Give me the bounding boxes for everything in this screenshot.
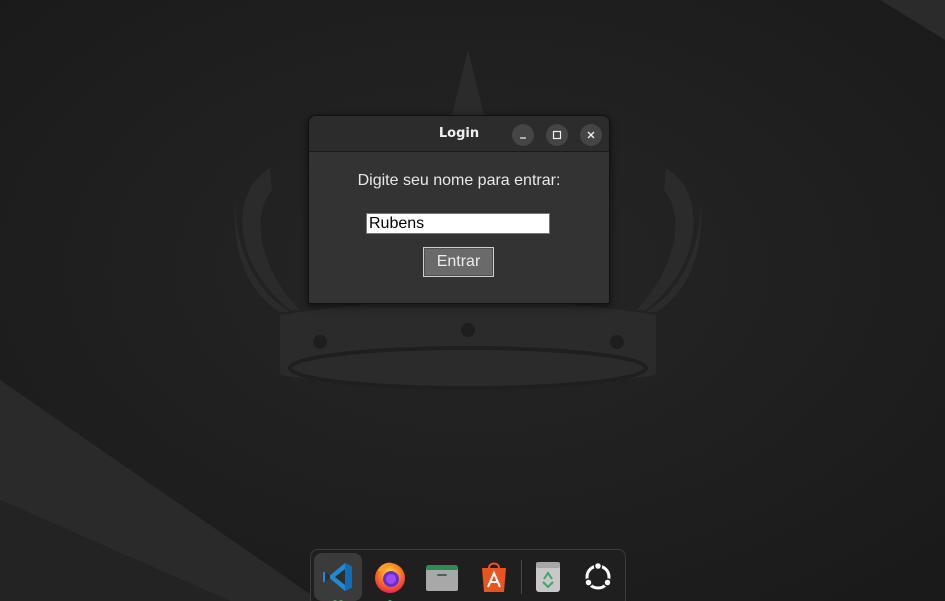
desktop: Login Digite seu nome para entrar: Ruben… xyxy=(0,0,945,601)
name-input[interactable] xyxy=(366,213,550,234)
show-apps-icon xyxy=(584,561,612,590)
dock xyxy=(310,549,626,601)
maximize-icon xyxy=(552,130,562,140)
login-window: Login Digite seu nome para entrar: Ruben… xyxy=(308,115,610,304)
trash-icon xyxy=(536,562,560,592)
dock-item-vscode[interactable] xyxy=(314,553,362,601)
dock-item-files[interactable] xyxy=(418,553,466,601)
firefox-icon xyxy=(375,562,405,593)
close-icon xyxy=(587,131,595,139)
minimize-button[interactable] xyxy=(512,124,534,146)
dock-separator xyxy=(521,560,522,594)
dock-item-firefox[interactable] xyxy=(366,553,414,601)
window-titlebar[interactable]: Login xyxy=(309,116,609,152)
files-icon xyxy=(426,565,458,591)
window-content: Digite seu nome para entrar: Entrar xyxy=(309,152,609,303)
vscode-icon xyxy=(323,563,352,591)
close-button[interactable] xyxy=(580,124,602,146)
dock-item-trash[interactable] xyxy=(524,553,572,601)
maximize-button[interactable] xyxy=(546,124,568,146)
dock-item-app-center[interactable] xyxy=(470,553,518,601)
dock-item-show-apps[interactable] xyxy=(574,553,622,601)
name-prompt-label: Digite seu nome para entrar: xyxy=(357,172,561,189)
app-center-icon xyxy=(482,562,506,592)
enter-button[interactable]: Entrar xyxy=(423,247,494,277)
minimize-icon xyxy=(520,137,526,139)
